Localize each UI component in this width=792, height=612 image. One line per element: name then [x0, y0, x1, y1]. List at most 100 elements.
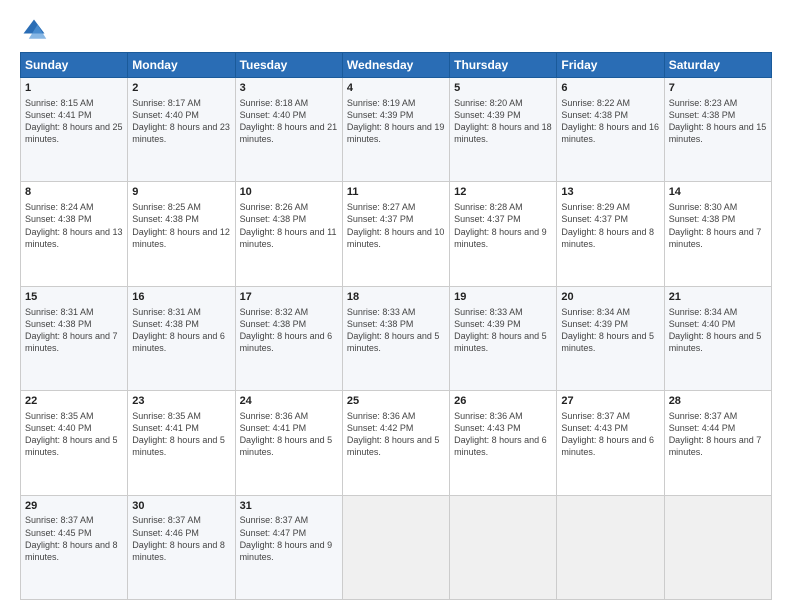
day-number: 12 [454, 185, 552, 200]
calendar-week-row: 29Sunrise: 8:37 AMSunset: 4:45 PMDayligh… [21, 495, 772, 599]
day-info: Sunrise: 8:17 AMSunset: 4:40 PMDaylight:… [132, 98, 230, 144]
day-info: Sunrise: 8:36 AMSunset: 4:42 PMDaylight:… [347, 411, 440, 457]
day-number: 13 [561, 185, 659, 200]
calendar-cell: 9Sunrise: 8:25 AMSunset: 4:38 PMDaylight… [128, 182, 235, 286]
day-number: 4 [347, 81, 445, 96]
day-number: 8 [25, 185, 123, 200]
calendar-cell: 13 Sunrise: 8:29 AMSunset: 4:37 PMDayligh… [557, 182, 664, 286]
calendar-cell: 22Sunrise: 8:35 AMSunset: 4:40 PMDayligh… [21, 391, 128, 495]
day-info: Sunrise: 8:37 AMSunset: 4:46 PMDaylight:… [132, 515, 225, 561]
day-info: Sunrise: 8:35 AMSunset: 4:41 PMDaylight:… [132, 411, 225, 457]
day-info: Sunrise: 8:27 AMSunset: 4:37 PMDaylight:… [347, 202, 445, 248]
day-number: 30 [132, 499, 230, 514]
day-info: Sunrise: 8:37 AMSunset: 4:44 PMDaylight:… [669, 411, 762, 457]
day-number: 2 [132, 81, 230, 96]
calendar-cell: 15 Sunrise: 8:31 AMSunset: 4:38 PMDayligh… [21, 286, 128, 390]
calendar-cell: 25 Sunrise: 8:36 AMSunset: 4:42 PMDayligh… [342, 391, 449, 495]
calendar-cell: 7Sunrise: 8:23 AMSunset: 4:38 PMDaylight… [664, 78, 771, 182]
day-number: 7 [669, 81, 767, 96]
day-number: 24 [240, 394, 338, 409]
day-number: 20 [561, 290, 659, 305]
calendar-cell: 27Sunrise: 8:37 AMSunset: 4:43 PMDayligh… [557, 391, 664, 495]
calendar-cell: 31Sunrise: 8:37 AMSunset: 4:47 PMDayligh… [235, 495, 342, 599]
calendar-cell: 3 Sunrise: 8:18 AMSunset: 4:40 PMDaylight… [235, 78, 342, 182]
day-info: Sunrise: 8:36 AMSunset: 4:43 PMDaylight:… [454, 411, 547, 457]
calendar-cell: 28Sunrise: 8:37 AMSunset: 4:44 PMDayligh… [664, 391, 771, 495]
day-number: 19 [454, 290, 552, 305]
day-number: 6 [561, 81, 659, 96]
calendar-cell: 4Sunrise: 8:19 AMSunset: 4:39 PMDaylight… [342, 78, 449, 182]
calendar-table: SundayMondayTuesdayWednesdayThursdayFrid… [20, 52, 772, 600]
day-info: Sunrise: 8:37 AMSunset: 4:45 PMDaylight:… [25, 515, 118, 561]
day-info: Sunrise: 8:28 AMSunset: 4:37 PMDaylight:… [454, 202, 547, 248]
day-info: Sunrise: 8:34 AMSunset: 4:39 PMDaylight:… [561, 307, 654, 353]
calendar-cell: 29Sunrise: 8:37 AMSunset: 4:45 PMDayligh… [21, 495, 128, 599]
calendar-cell: 23 Sunrise: 8:35 AMSunset: 4:41 PMDayligh… [128, 391, 235, 495]
day-info: Sunrise: 8:31 AMSunset: 4:38 PMDaylight:… [132, 307, 225, 353]
day-number: 27 [561, 394, 659, 409]
day-number: 18 [347, 290, 445, 305]
calendar-cell: 19 Sunrise: 8:33 AMSunset: 4:39 PMDayligh… [450, 286, 557, 390]
day-header: Wednesday [342, 53, 449, 78]
day-number: 9 [132, 185, 230, 200]
day-number: 17 [240, 290, 338, 305]
calendar-week-row: 8 Sunrise: 8:24 AMSunset: 4:38 PMDaylight… [21, 182, 772, 286]
calendar-cell: 17 Sunrise: 8:32 AMSunset: 4:38 PMDayligh… [235, 286, 342, 390]
calendar-cell: 5 Sunrise: 8:20 AMSunset: 4:39 PMDaylight… [450, 78, 557, 182]
calendar-cell [342, 495, 449, 599]
calendar-cell [664, 495, 771, 599]
calendar-cell [450, 495, 557, 599]
day-number: 11 [347, 185, 445, 200]
day-info: Sunrise: 8:29 AMSunset: 4:37 PMDaylight:… [561, 202, 654, 248]
day-number: 16 [132, 290, 230, 305]
day-number: 29 [25, 499, 123, 514]
logo [20, 16, 52, 44]
day-info: Sunrise: 8:32 AMSunset: 4:38 PMDaylight:… [240, 307, 333, 353]
calendar-cell: 18Sunrise: 8:33 AMSunset: 4:38 PMDayligh… [342, 286, 449, 390]
day-header: Sunday [21, 53, 128, 78]
day-info: Sunrise: 8:20 AMSunset: 4:39 PMDaylight:… [454, 98, 552, 144]
calendar-cell: 8 Sunrise: 8:24 AMSunset: 4:38 PMDaylight… [21, 182, 128, 286]
day-info: Sunrise: 8:22 AMSunset: 4:38 PMDaylight:… [561, 98, 659, 144]
calendar-cell: 20 Sunrise: 8:34 AMSunset: 4:39 PMDayligh… [557, 286, 664, 390]
day-info: Sunrise: 8:31 AMSunset: 4:38 PMDaylight:… [25, 307, 118, 353]
calendar-cell: 11 Sunrise: 8:27 AMSunset: 4:37 PMDayligh… [342, 182, 449, 286]
day-info: Sunrise: 8:24 AMSunset: 4:38 PMDaylight:… [25, 202, 123, 248]
day-number: 23 [132, 394, 230, 409]
calendar-cell: 16 Sunrise: 8:31 AMSunset: 4:38 PMDayligh… [128, 286, 235, 390]
calendar-cell: 14 Sunrise: 8:30 AMSunset: 4:38 PMDayligh… [664, 182, 771, 286]
header [20, 16, 772, 44]
calendar-cell [557, 495, 664, 599]
calendar-cell: 12 Sunrise: 8:28 AMSunset: 4:37 PMDayligh… [450, 182, 557, 286]
day-number: 31 [240, 499, 338, 514]
day-number: 22 [25, 394, 123, 409]
calendar-week-row: 22Sunrise: 8:35 AMSunset: 4:40 PMDayligh… [21, 391, 772, 495]
day-info: Sunrise: 8:26 AMSunset: 4:38 PMDaylight:… [240, 202, 337, 248]
day-number: 5 [454, 81, 552, 96]
header-row: SundayMondayTuesdayWednesdayThursdayFrid… [21, 53, 772, 78]
calendar-cell: 2 Sunrise: 8:17 AMSunset: 4:40 PMDaylight… [128, 78, 235, 182]
logo-icon [20, 16, 48, 44]
calendar-cell: 1Sunrise: 8:15 AMSunset: 4:41 PMDaylight… [21, 78, 128, 182]
day-header: Thursday [450, 53, 557, 78]
day-info: Sunrise: 8:18 AMSunset: 4:40 PMDaylight:… [240, 98, 338, 144]
day-header: Monday [128, 53, 235, 78]
day-info: Sunrise: 8:33 AMSunset: 4:39 PMDaylight:… [454, 307, 547, 353]
calendar-cell: 30Sunrise: 8:37 AMSunset: 4:46 PMDayligh… [128, 495, 235, 599]
calendar-cell: 6 Sunrise: 8:22 AMSunset: 4:38 PMDaylight… [557, 78, 664, 182]
calendar-body: 1Sunrise: 8:15 AMSunset: 4:41 PMDaylight… [21, 78, 772, 600]
day-number: 25 [347, 394, 445, 409]
day-number: 15 [25, 290, 123, 305]
calendar-week-row: 15 Sunrise: 8:31 AMSunset: 4:38 PMDayligh… [21, 286, 772, 390]
calendar-cell: 10Sunrise: 8:26 AMSunset: 4:38 PMDayligh… [235, 182, 342, 286]
calendar-cell: 24Sunrise: 8:36 AMSunset: 4:41 PMDayligh… [235, 391, 342, 495]
day-number: 3 [240, 81, 338, 96]
day-number: 14 [669, 185, 767, 200]
page: SundayMondayTuesdayWednesdayThursdayFrid… [0, 0, 792, 612]
day-header: Friday [557, 53, 664, 78]
calendar-header: SundayMondayTuesdayWednesdayThursdayFrid… [21, 53, 772, 78]
day-info: Sunrise: 8:30 AMSunset: 4:38 PMDaylight:… [669, 202, 762, 248]
day-number: 21 [669, 290, 767, 305]
day-number: 1 [25, 81, 123, 96]
day-info: Sunrise: 8:34 AMSunset: 4:40 PMDaylight:… [669, 307, 762, 353]
